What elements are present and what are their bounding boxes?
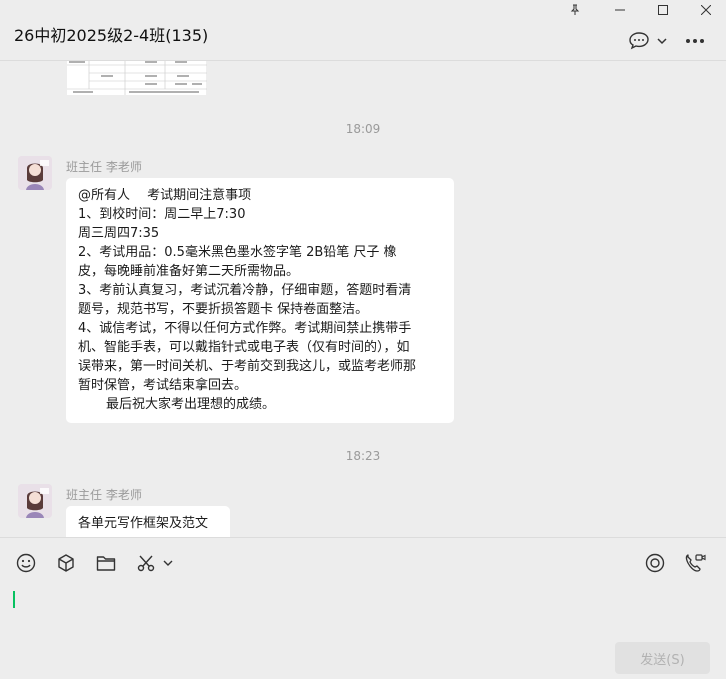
pin-icon[interactable] — [555, 0, 595, 20]
timestamp: 18:23 — [345, 449, 381, 463]
sender-name: 班主任 李老师 — [66, 488, 142, 502]
message-line: @所有人 考试期间注意事项 — [78, 188, 252, 203]
message-line: 最后祝大家考出理想的成绩。 — [106, 397, 276, 412]
avatar[interactable] — [18, 156, 52, 190]
chevron-down-icon[interactable] — [161, 552, 175, 574]
chat-bubble-icon[interactable] — [628, 31, 650, 51]
message-line: 误带来，第一时间关机、于考前交到我这儿，或监考老师那 — [78, 359, 417, 374]
message-line: 周三周四7:35 — [78, 226, 160, 241]
message-input[interactable] — [0, 580, 726, 640]
message-line: 2、考试用品：0.5毫米黑色墨水签字笔 2B铅笔 尺子 橡 — [78, 245, 397, 260]
message-line: 各单元写作框架及范文 — [78, 516, 209, 531]
title-bar: 26中初2025级2-4班(135) — [0, 0, 726, 61]
live-icon[interactable] — [644, 552, 666, 574]
message-line: 机、智能手表，可以戴指针式或电子表（仅有时间的），如 — [78, 340, 410, 355]
send-button[interactable]: 发送(S) — [615, 642, 710, 674]
close-button[interactable] — [686, 0, 726, 20]
message-line: 题号，规范书写，不要折损答题卡 保持卷面整洁。 — [78, 302, 369, 317]
chat-title: 26中初2025级2-4班(135) — [14, 26, 209, 45]
minimize-button[interactable] — [600, 0, 640, 20]
text-caret — [13, 591, 15, 608]
message-line: 4、诚信考试，不得以任何方式作弊。考试期间禁止携带手 — [78, 321, 412, 336]
image-message-thumbnail[interactable] — [67, 61, 207, 95]
phone-video-icon[interactable] — [684, 552, 706, 574]
message-line: 皮，每晚睡前准备好第二天所需物品。 — [78, 264, 300, 279]
message-bubble[interactable]: 各单元写作框架及范文 — [66, 506, 230, 537]
box-icon[interactable] — [55, 552, 77, 574]
avatar[interactable] — [18, 484, 52, 518]
folder-icon[interactable] — [95, 552, 117, 574]
timestamp: 18:09 — [345, 122, 381, 136]
message-line: 1、到校时间：周二早上7:30 — [78, 207, 246, 222]
message-list[interactable]: 18:09 班主任 李老师 @所有人 考试期间注意事项 1、到校时间：周二早上7… — [0, 61, 726, 537]
more-icon[interactable] — [683, 31, 707, 51]
sender-name: 班主任 李老师 — [66, 160, 142, 174]
message-bubble[interactable]: @所有人 考试期间注意事项 1、到校时间：周二早上7:30 周三周四7:35 2… — [66, 178, 454, 423]
emoji-icon[interactable] — [15, 552, 37, 574]
maximize-button[interactable] — [643, 0, 683, 20]
chevron-down-icon[interactable] — [655, 34, 669, 48]
scissors-icon[interactable] — [135, 552, 157, 574]
message-line: 暂时保管，考试结束拿回去。 — [78, 378, 248, 393]
message-line: 3、考前认真复习，考试沉着冷静，仔细审题，答题时看清 — [78, 283, 412, 298]
